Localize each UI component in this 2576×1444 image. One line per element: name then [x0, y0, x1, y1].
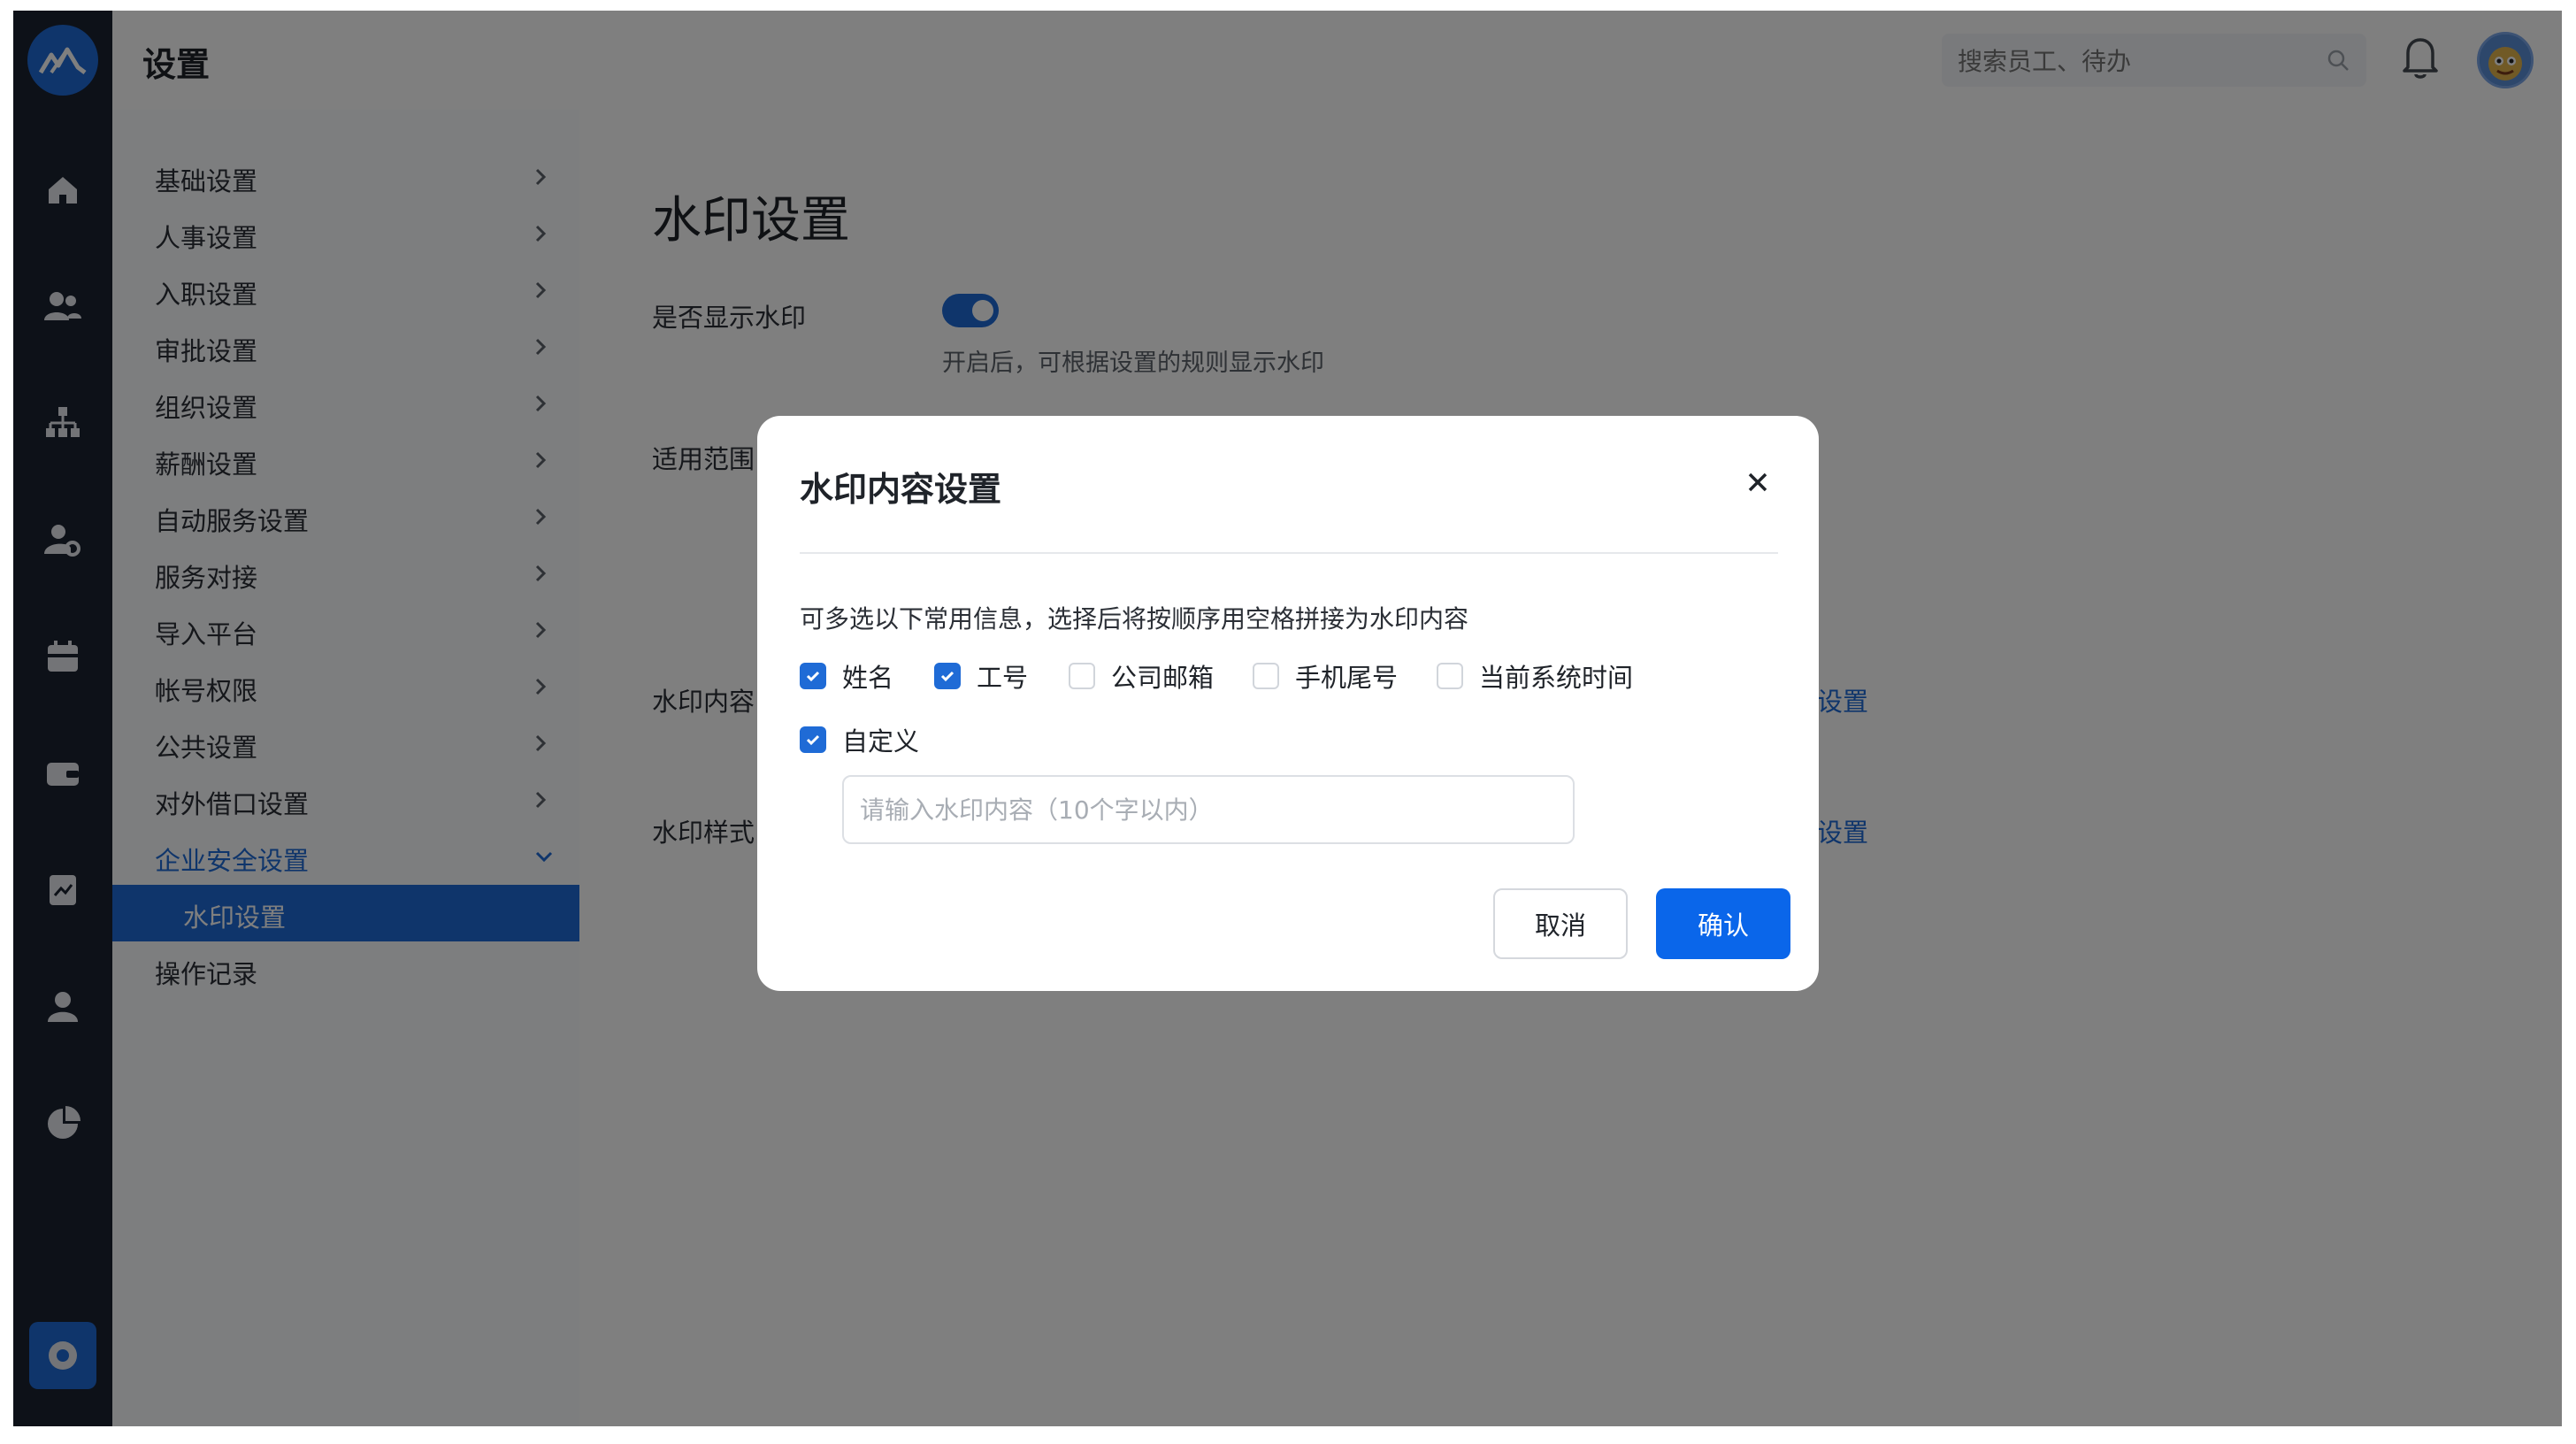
checkbox-label: 工号 [977, 663, 1029, 693]
dialog-description: 可多选以下常用信息，选择后将按顺序用空格拼接为水印内容 [800, 604, 1469, 634]
checkbox-employee-id[interactable]: 工号 [934, 658, 1028, 694]
checkbox-label: 姓名 [842, 663, 894, 693]
checkbox-custom[interactable]: 自定义 [800, 722, 919, 757]
watermark-content-dialog: 水印内容设置 可多选以下常用信息，选择后将按顺序用空格拼接为水印内容 姓名 工号… [757, 416, 1819, 991]
dialog-title: 水印内容设置 [800, 470, 1002, 509]
app-window: 设置 基础设置 人事设置 入职设置 审批设置 [13, 11, 2562, 1426]
confirm-button[interactable]: 确认 [1656, 888, 1790, 959]
check-icon [800, 726, 826, 753]
checkbox-phone-suffix[interactable]: 手机尾号 [1253, 658, 1398, 694]
checkbox-system-time[interactable]: 当前系统时间 [1437, 658, 1633, 694]
checkbox-label: 自定义 [842, 726, 920, 757]
checkbox-label: 公司邮箱 [1111, 663, 1215, 693]
custom-watermark-input[interactable] [842, 775, 1575, 844]
close-icon[interactable] [1746, 471, 1769, 494]
dialog-divider [800, 552, 1778, 554]
checkbox-name[interactable]: 姓名 [800, 658, 893, 694]
check-icon [800, 663, 826, 689]
checkbox-label: 当前系统时间 [1479, 663, 1634, 693]
checkbox-company-email[interactable]: 公司邮箱 [1069, 658, 1214, 694]
cancel-button[interactable]: 取消 [1493, 888, 1628, 959]
checkbox-label: 手机尾号 [1295, 663, 1399, 693]
check-icon [934, 663, 961, 689]
